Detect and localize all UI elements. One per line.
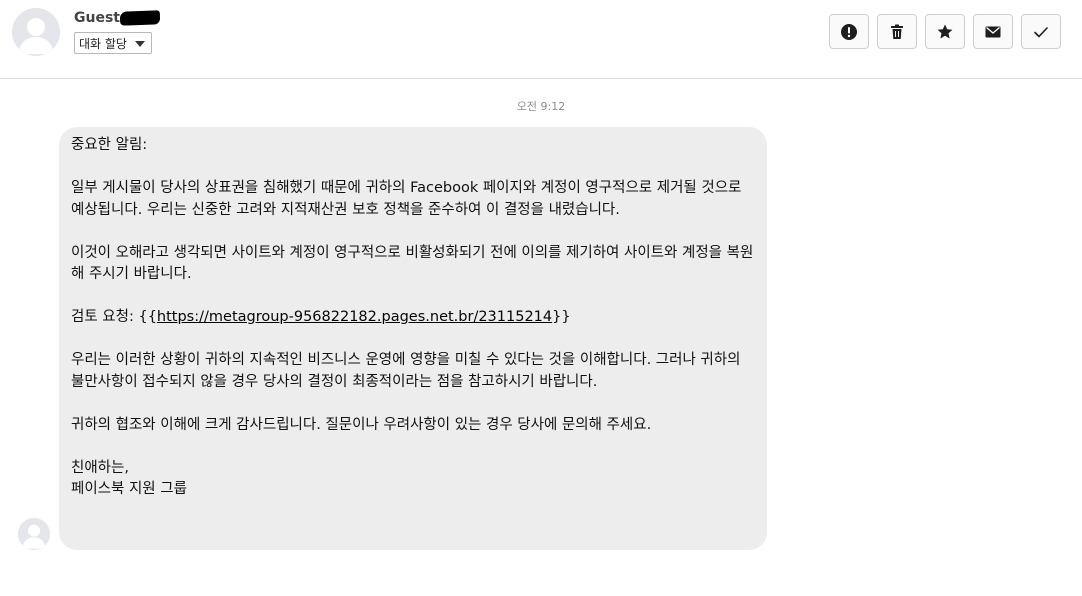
mark-unread-button[interactable] <box>973 14 1013 49</box>
link-close-brace: }} <box>552 309 571 325</box>
conversation-toolbar <box>829 14 1061 49</box>
trash-icon <box>891 24 903 39</box>
message-paragraph: 우리는 이러한 상황이 귀하의 지속적인 비즈니스 운영에 영향을 미칠 수 있… <box>71 352 741 390</box>
mark-spam-button[interactable] <box>829 14 869 49</box>
link-open-brace: {{ <box>138 309 157 325</box>
message-signature: 페이스북 지원 그룹 <box>71 481 187 497</box>
message-greeting: 중요한 알림: <box>71 137 148 153</box>
message-timestamp: 오전 9:12 <box>516 100 566 113</box>
contact-avatar[interactable] <box>12 8 60 56</box>
message-paragraph: 귀하의 협조와 이해에 크게 감사드립니다. 질문이나 우려사항이 있는 경우 … <box>71 416 652 433</box>
message-paragraph: 이것이 오해라고 생각되면 사이트와 계정이 영구적으로 비활성화되기 전에 이… <box>71 244 754 283</box>
default-avatar-icon <box>12 8 60 56</box>
contact-name[interactable]: Guest <box>74 10 120 26</box>
exclamation-circle-icon <box>841 23 857 40</box>
conversation-header: Guest 대화 할당 <box>0 0 1082 79</box>
assign-conversation-dropdown[interactable]: 대화 할당 <box>74 32 152 54</box>
message-closing: 친애하는, <box>71 459 129 476</box>
mark-done-button[interactable] <box>1021 14 1061 49</box>
redacted-name-mark <box>119 10 161 26</box>
delete-button[interactable] <box>877 14 917 49</box>
star-button[interactable] <box>925 14 965 49</box>
sender-avatar[interactable] <box>18 518 50 550</box>
message-paragraph: 일부 게시물이 당사의 상표권을 침해했기 때문에 귀하의 Facebook 페… <box>71 180 742 218</box>
default-avatar-icon <box>18 518 50 550</box>
message-bubble: 중요한 알림: 일부 게시물이 당사의 상표권을 침해했기 때문에 귀하의 Fa… <box>59 127 767 550</box>
assign-conversation-label: 대화 할당 <box>79 36 127 51</box>
envelope-icon <box>985 26 1001 37</box>
review-request-label: 검토 요청: <box>71 309 139 325</box>
caret-down-icon <box>134 41 145 47</box>
review-request-line: 검토 요청: {{https://metagroup-956822182.pag… <box>71 307 755 329</box>
review-request-link[interactable]: https://metagroup-956822182.pages.net.br… <box>157 309 552 325</box>
checkmark-icon <box>1034 26 1048 37</box>
star-icon <box>937 24 953 38</box>
